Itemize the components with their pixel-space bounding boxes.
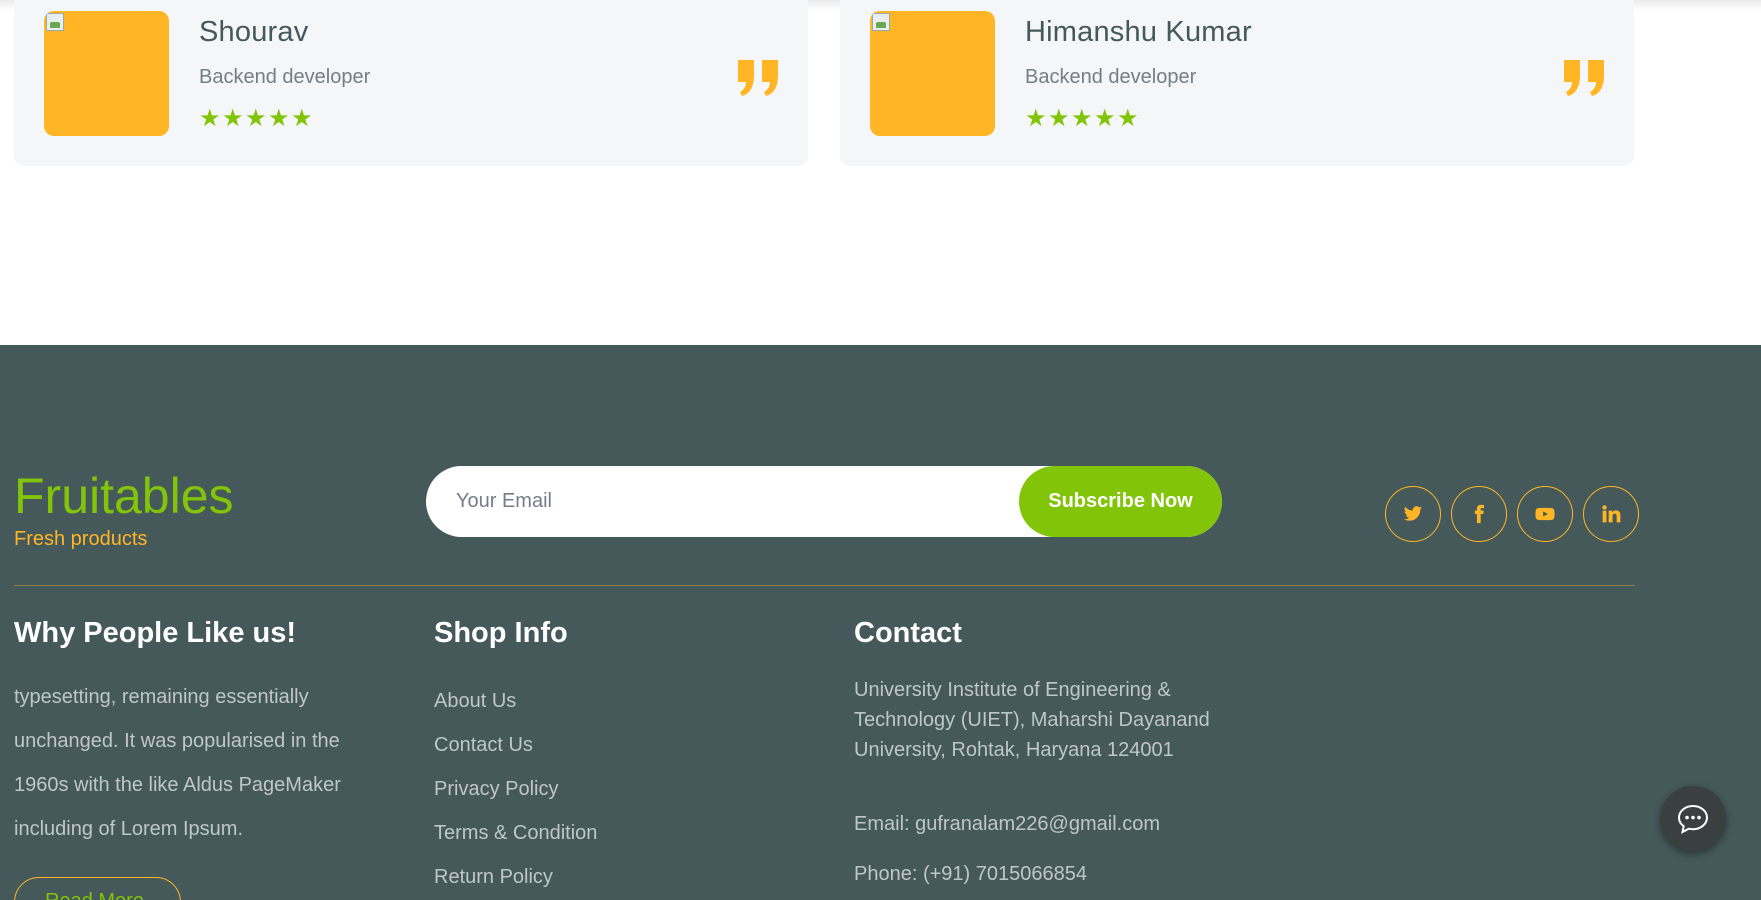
star-icon: ★ [222, 105, 244, 132]
star-icon: ★ [199, 105, 221, 132]
link-about-us[interactable]: About Us [434, 679, 597, 723]
email-input[interactable] [456, 466, 1016, 537]
read-more-button[interactable]: Read More [14, 877, 181, 900]
brand-tagline: Fresh products [14, 528, 148, 550]
shop-info-links: About Us Contact Us Privacy Policy Terms… [434, 679, 597, 899]
link-contact-us[interactable]: Contact Us [434, 723, 597, 767]
testimonial-role: Backend developer [199, 66, 371, 88]
star-icon: ★ [1048, 105, 1070, 132]
testimonial-card: Shourav Backend developer ★ ★ ★ ★ ★ [14, 0, 808, 166]
rating-stars: ★ ★ ★ ★ ★ [1025, 105, 1139, 132]
link-privacy-policy[interactable]: Privacy Policy [434, 767, 597, 811]
testimonial-name: Shourav [199, 16, 309, 48]
testimonial-name: Himanshu Kumar [1025, 16, 1252, 48]
star-icon: ★ [245, 105, 267, 132]
linkedin-icon[interactable] [1583, 486, 1639, 542]
youtube-icon[interactable] [1517, 486, 1573, 542]
chat-button[interactable] [1660, 786, 1726, 852]
star-icon: ★ [1094, 105, 1116, 132]
star-icon: ★ [268, 105, 290, 132]
twitter-icon[interactable] [1385, 486, 1441, 542]
social-links [1385, 486, 1639, 542]
contact-title: Contact [854, 617, 962, 649]
link-return-policy[interactable]: Return Policy [434, 855, 597, 899]
contact-email: Email: gufranalam226@gmail.com [854, 813, 1160, 835]
why-text: typesetting, remaining essentially uncha… [14, 686, 341, 840]
avatar [870, 11, 995, 136]
broken-image-icon [872, 13, 890, 31]
contact-address: University Institute of Engineering & Te… [854, 679, 1210, 761]
star-icon: ★ [1071, 105, 1093, 132]
quote-icon [1564, 60, 1604, 96]
subscribe-form: Subscribe Now [426, 466, 1222, 537]
star-icon: ★ [1025, 105, 1047, 132]
broken-image-icon [46, 13, 64, 31]
link-terms-condition[interactable]: Terms & Condition [434, 811, 597, 855]
contact-phone: Phone: (+91) 7015066854 [854, 863, 1087, 885]
testimonials-section: Shourav Backend developer ★ ★ ★ ★ ★ Hima… [0, 0, 1761, 345]
quote-icon [738, 60, 778, 96]
star-icon: ★ [291, 105, 313, 132]
brand-logo[interactable]: Fruitables [14, 467, 234, 525]
chat-icon [1677, 804, 1709, 834]
testimonial-card: Himanshu Kumar Backend developer ★ ★ ★ ★… [840, 0, 1634, 166]
why-title: Why People Like us! [14, 617, 296, 649]
avatar [44, 11, 169, 136]
footer-divider [14, 585, 1635, 586]
testimonial-role: Backend developer [1025, 66, 1197, 88]
star-icon: ★ [1117, 105, 1139, 132]
shop-info-title: Shop Info [434, 617, 568, 649]
footer: Fruitables Fresh products Subscribe Now … [0, 345, 1761, 900]
subscribe-button[interactable]: Subscribe Now [1019, 466, 1222, 537]
facebook-icon[interactable] [1451, 486, 1507, 542]
rating-stars: ★ ★ ★ ★ ★ [199, 105, 313, 132]
